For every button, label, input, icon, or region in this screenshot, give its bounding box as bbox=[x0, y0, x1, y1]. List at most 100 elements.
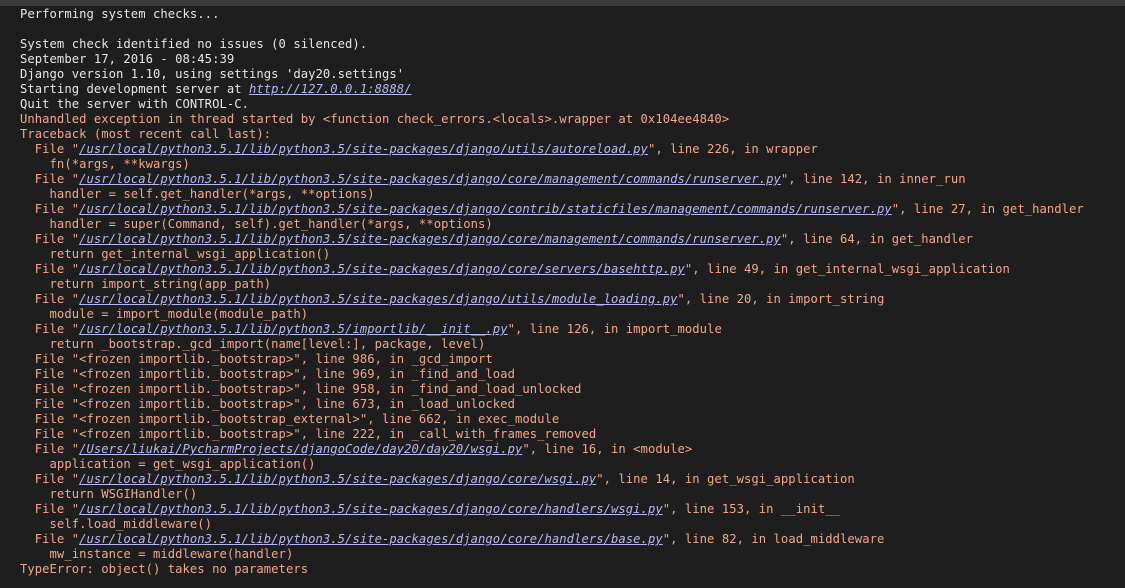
output-text: module = import_module(module_path) bbox=[20, 307, 309, 321]
output-text: return get_internal_wsgi_application() bbox=[20, 247, 331, 261]
error-output-line: File "<frozen importlib._bootstrap>", li… bbox=[20, 427, 1084, 442]
output-line: Performing system checks... bbox=[20, 7, 1084, 22]
file-path-link[interactable]: /usr/local/python3.5.1/lib/python3.5/sit… bbox=[79, 472, 596, 486]
error-output-line: return WSGIHandler() bbox=[20, 487, 1084, 502]
output-text: File " bbox=[20, 292, 80, 306]
error-output-line: File "/usr/local/python3.5.1/lib/python3… bbox=[20, 502, 1084, 517]
output-text: September 17, 2016 - 08:45:39 bbox=[20, 52, 235, 66]
error-output-line: File "/usr/local/python3.5.1/lib/python3… bbox=[20, 202, 1084, 217]
output-text: ", line 153, in __init__ bbox=[662, 502, 841, 516]
error-output-line: File "/usr/local/python3.5.1/lib/python3… bbox=[20, 322, 1084, 337]
error-output-line: File "<frozen importlib._bootstrap>", li… bbox=[20, 352, 1084, 367]
error-output-line: File "<frozen importlib._bootstrap>", li… bbox=[20, 397, 1084, 412]
output-text: ", line 226, in wrapper bbox=[647, 142, 818, 156]
output-line: System check identified no issues (0 sil… bbox=[20, 37, 1084, 52]
file-path-link[interactable]: /Users/liukai/PycharmProjects/djangoCode… bbox=[79, 442, 522, 456]
file-path-link[interactable]: /usr/local/python3.5.1/lib/python3.5/sit… bbox=[79, 502, 663, 516]
output-text: File " bbox=[20, 262, 80, 276]
error-output-line: TypeError: object() takes no parameters bbox=[20, 562, 1084, 577]
error-output-line: return import_string(app_path) bbox=[20, 277, 1084, 292]
file-path-link[interactable]: /usr/local/python3.5.1/lib/python3.5/sit… bbox=[79, 292, 677, 306]
error-output-line: handler = super(Command, self).get_handl… bbox=[20, 217, 1084, 232]
error-output-line: return _bootstrap._gcd_import(name[level… bbox=[20, 337, 1084, 352]
output-text: ", line 14, in get_wsgi_application bbox=[596, 472, 855, 486]
output-line: Quit the server with CONTROL-C. bbox=[20, 97, 1084, 112]
output-text: ", line 20, in import_string bbox=[677, 292, 885, 306]
output-text: ", line 16, in <module> bbox=[522, 442, 693, 456]
file-path-link[interactable]: /usr/local/python3.5.1/lib/python3.5/sit… bbox=[79, 202, 892, 216]
error-output-line: handler = self.get_handler(*args, **opti… bbox=[20, 187, 1084, 202]
file-path-link[interactable]: /usr/local/python3.5.1/lib/python3.5/sit… bbox=[79, 262, 685, 276]
output-text: handler = super(Command, self).get_handl… bbox=[20, 217, 493, 231]
output-text: ", line 82, in load_middleware bbox=[662, 532, 885, 546]
error-output-line: File "/Users/liukai/PycharmProjects/djan… bbox=[20, 442, 1084, 457]
output-text: File "<frozen importlib._bootstrap_exter… bbox=[20, 412, 560, 426]
file-path-link[interactable]: /usr/local/python3.5.1/lib/python3.5/sit… bbox=[79, 172, 781, 186]
output-text: return _bootstrap._gcd_import(name[level… bbox=[20, 337, 486, 351]
error-output-line: File "<frozen importlib._bootstrap>", li… bbox=[20, 367, 1084, 382]
file-path-link[interactable]: /usr/local/python3.5.1/lib/python3.5/imp… bbox=[79, 322, 507, 336]
output-text: File "<frozen importlib._bootstrap>", li… bbox=[20, 397, 515, 411]
file-path-link[interactable]: /usr/local/python3.5.1/lib/python3.5/sit… bbox=[79, 532, 663, 546]
output-text: TypeError: object() takes no parameters bbox=[20, 562, 309, 576]
file-path-link[interactable]: /usr/local/python3.5.1/lib/python3.5/sit… bbox=[79, 232, 781, 246]
output-text: Starting development server at bbox=[20, 82, 250, 96]
output-text: File "<frozen importlib._bootstrap>", li… bbox=[20, 352, 493, 366]
error-output-line: File "/usr/local/python3.5.1/lib/python3… bbox=[20, 172, 1084, 187]
error-output-line: File "/usr/local/python3.5.1/lib/python3… bbox=[20, 472, 1084, 487]
output-line: Django version 1.10, using settings 'day… bbox=[20, 67, 1084, 82]
output-text: ", line 142, in inner_run bbox=[780, 172, 966, 186]
output-text: File " bbox=[20, 502, 80, 516]
error-output-line: return get_internal_wsgi_application() bbox=[20, 247, 1084, 262]
error-output-line: File "/usr/local/python3.5.1/lib/python3… bbox=[20, 532, 1084, 547]
output-text: application = get_wsgi_application() bbox=[20, 457, 316, 471]
output-text: File " bbox=[20, 322, 80, 336]
output-text: ", line 27, in get_handler bbox=[891, 202, 1084, 216]
output-text: Quit the server with CONTROL-C. bbox=[20, 97, 250, 111]
output-text: File " bbox=[20, 232, 80, 246]
error-output-line: module = import_module(module_path) bbox=[20, 307, 1084, 322]
error-output-line: File "<frozen importlib._bootstrap>", li… bbox=[20, 382, 1084, 397]
file-path-link[interactable]: http://127.0.0.1:8888/ bbox=[249, 82, 412, 96]
output-text: handler = self.get_handler(*args, **opti… bbox=[20, 187, 375, 201]
output-text: Unhandled exception in thread started by… bbox=[20, 112, 730, 126]
error-output-line: File "/usr/local/python3.5.1/lib/python3… bbox=[20, 262, 1084, 277]
output-line bbox=[20, 22, 1084, 37]
output-text: System check identified no issues (0 sil… bbox=[20, 37, 368, 51]
output-text: return import_string(app_path) bbox=[20, 277, 272, 291]
output-text: mw_instance = middleware(handler) bbox=[20, 547, 294, 561]
output-text: File " bbox=[20, 532, 80, 546]
output-text: self.load_middleware() bbox=[20, 517, 213, 531]
output-text: Traceback (most recent call last): bbox=[20, 127, 272, 141]
output-text: Django version 1.10, using settings 'day… bbox=[20, 67, 405, 81]
output-text: File "<frozen importlib._bootstrap>", li… bbox=[20, 382, 582, 396]
terminal-lines: Performing system checks... System check … bbox=[20, 7, 1084, 577]
output-text: fn(*args, **kwargs) bbox=[20, 157, 190, 171]
output-text: Performing system checks... bbox=[20, 7, 220, 21]
output-text: ", line 49, in get_internal_wsgi_applica… bbox=[684, 262, 1010, 276]
output-text: File "<frozen importlib._bootstrap>", li… bbox=[20, 367, 515, 381]
error-output-line: application = get_wsgi_application() bbox=[20, 457, 1084, 472]
error-output-line: Unhandled exception in thread started by… bbox=[20, 112, 1084, 127]
error-output-line: File "/usr/local/python3.5.1/lib/python3… bbox=[20, 292, 1084, 307]
error-output-line: File "/usr/local/python3.5.1/lib/python3… bbox=[20, 232, 1084, 247]
output-text: File " bbox=[20, 172, 80, 186]
output-text: return WSGIHandler() bbox=[20, 487, 198, 501]
error-output-line: self.load_middleware() bbox=[20, 517, 1084, 532]
error-output-line: mw_instance = middleware(handler) bbox=[20, 547, 1084, 562]
error-output-line: File "<frozen importlib._bootstrap_exter… bbox=[20, 412, 1084, 427]
output-text: File " bbox=[20, 142, 80, 156]
error-output-line: fn(*args, **kwargs) bbox=[20, 157, 1084, 172]
output-line: Starting development server at http://12… bbox=[20, 82, 1084, 97]
output-text: File " bbox=[20, 202, 80, 216]
output-line: September 17, 2016 - 08:45:39 bbox=[20, 52, 1084, 67]
output-text: File " bbox=[20, 442, 80, 456]
output-text: File "<frozen importlib._bootstrap>", li… bbox=[20, 427, 597, 441]
output-text: File " bbox=[20, 472, 80, 486]
terminal-output[interactable]: Performing system checks... System check … bbox=[0, 6, 1125, 588]
error-output-line: Traceback (most recent call last): bbox=[20, 127, 1084, 142]
file-path-link[interactable]: /usr/local/python3.5.1/lib/python3.5/sit… bbox=[79, 142, 648, 156]
error-output-line: File "/usr/local/python3.5.1/lib/python3… bbox=[20, 142, 1084, 157]
output-text: ", line 126, in import_module bbox=[507, 322, 722, 336]
output-text: ", line 64, in get_handler bbox=[780, 232, 973, 246]
